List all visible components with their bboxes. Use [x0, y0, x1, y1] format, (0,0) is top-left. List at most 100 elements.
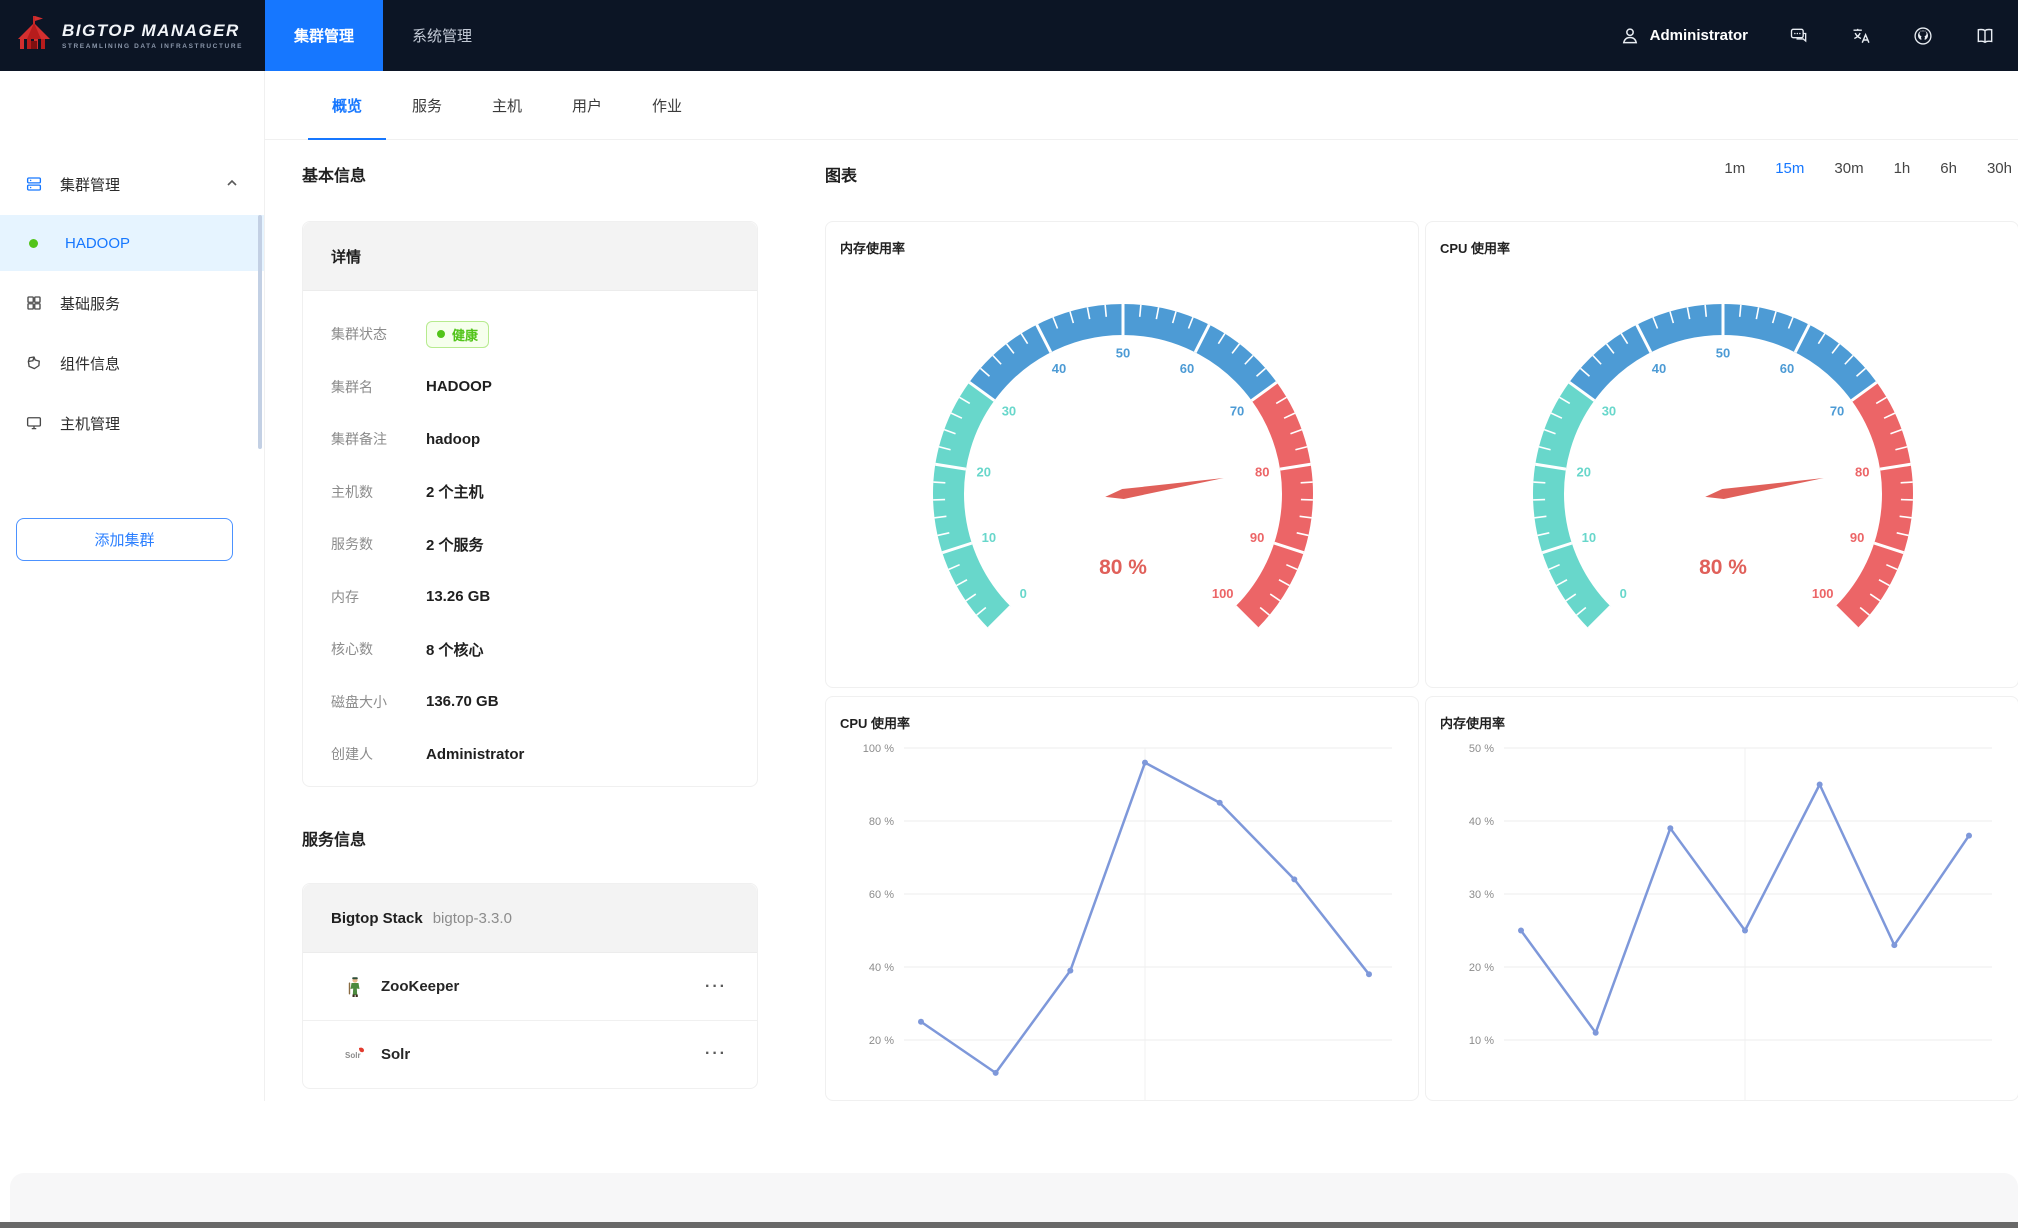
service-row-solr[interactable]: Solr Solr ··· [303, 1020, 757, 1087]
chart-title: 内存使用率 [1440, 713, 1505, 732]
charts-heading: 图表 [825, 162, 857, 186]
range-6h[interactable]: 6h [1940, 160, 1957, 177]
service-row-zookeeper[interactable]: ZooKeeper ··· [303, 953, 757, 1020]
tab-label: 作业 [652, 95, 682, 116]
svg-text:20 %: 20 % [1469, 962, 1494, 974]
tab-jobs[interactable]: 作业 [628, 71, 706, 139]
svg-text:40: 40 [1052, 361, 1066, 376]
sidebar-item-infra-services[interactable]: 基础服务 [0, 275, 264, 331]
sidebar-group-cluster-management[interactable]: 集群管理 [0, 159, 264, 209]
bigtop-logo-icon [14, 13, 54, 58]
time-range-selector: 1m 15m 30m 1h 6h 30h [1724, 160, 2012, 177]
stack-name: Bigtop Stack [331, 910, 423, 927]
appstore-grid-icon [24, 293, 44, 313]
svg-text:50 %: 50 % [1469, 743, 1494, 755]
range-30h[interactable]: 30h [1987, 160, 2012, 177]
svg-text:10: 10 [982, 530, 996, 545]
bottom-edge-bar [0, 1222, 2018, 1228]
detail-row-memory: 内存 13.26 GB [303, 571, 757, 624]
brand: BIGTOP MANAGER STREAMLINING DATA INFRAST… [0, 0, 265, 71]
tab-overview[interactable]: 概览 [308, 71, 386, 139]
detail-value: 2 个服务 [426, 534, 484, 555]
detail-row-cores: 核心数 8 个核心 [303, 623, 757, 676]
sidebar-item-hadoop-cluster[interactable]: HADOOP [0, 215, 264, 271]
svg-text:50: 50 [1716, 346, 1730, 361]
user-icon [1619, 25, 1641, 47]
zookeeper-icon [343, 975, 367, 999]
svg-text:20: 20 [977, 464, 991, 479]
cpu-usage-gauge-card: CPU 使用率 010203040506070809010080 % [1425, 221, 2018, 688]
brand-text: BIGTOP MANAGER STREAMLINING DATA INFRAST… [62, 21, 243, 50]
nav-item-label: 集群管理 [294, 25, 354, 46]
detail-label: 核心数 [331, 639, 426, 659]
sidebar-item-component-info[interactable]: 组件信息 [0, 335, 264, 391]
tab-label: 主机 [492, 95, 522, 116]
zookeeper-more-button[interactable]: ··· [705, 978, 727, 996]
sidebar-item-label: 主机管理 [60, 413, 120, 434]
svg-text:0: 0 [1020, 586, 1027, 601]
range-30m[interactable]: 30m [1834, 160, 1863, 177]
memory-usage-gauge-card: 内存使用率 010203040506070809010080 % [825, 221, 1419, 688]
component-blob-icon [24, 353, 44, 373]
sidebar-item-label: 基础服务 [60, 293, 120, 314]
detail-row-host-count: 主机数 2 个主机 [303, 466, 757, 519]
health-status-badge: 健康 [426, 321, 489, 348]
tab-label: 概览 [332, 95, 362, 116]
range-1h[interactable]: 1h [1894, 160, 1911, 177]
svg-text:60: 60 [1180, 361, 1194, 376]
tab-services[interactable]: 服务 [388, 71, 466, 139]
basic-info-heading: 基本信息 [302, 162, 366, 186]
nav-item-cluster-management[interactable]: 集群管理 [265, 0, 383, 71]
cpu-usage-line-chart: 100 %80 %60 %40 %20 % [826, 697, 1419, 1101]
tab-hosts[interactable]: 主机 [468, 71, 546, 139]
solr-more-button[interactable]: ··· [705, 1045, 727, 1063]
svg-text:10 %: 10 % [1469, 1035, 1494, 1047]
desktop-monitor-icon [24, 413, 44, 433]
top-navbar: BIGTOP MANAGER STREAMLINING DATA INFRAST… [0, 0, 2018, 71]
range-15m[interactable]: 15m [1775, 160, 1804, 177]
chart-title: 内存使用率 [840, 238, 905, 257]
chart-title: CPU 使用率 [1440, 238, 1510, 257]
svg-text:90: 90 [1850, 530, 1864, 545]
user-menu[interactable]: Administrator [1619, 25, 1748, 47]
sidebar-item-host-management[interactable]: 主机管理 [0, 395, 264, 451]
add-cluster-button[interactable]: 添加集群 [16, 518, 233, 561]
detail-row-disk-size: 磁盘大小 136.70 GB [303, 676, 757, 729]
brand-tagline: STREAMLINING DATA INFRASTRUCTURE [62, 43, 243, 50]
stack-version: bigtop-3.3.0 [433, 910, 512, 927]
svg-text:100: 100 [1212, 586, 1234, 601]
detail-label: 主机数 [331, 482, 426, 502]
service-name: Solr [381, 1046, 410, 1063]
detail-row-creator: 创建人 Administrator [303, 728, 757, 781]
tab-users[interactable]: 用户 [548, 71, 626, 139]
nav-item-system-management[interactable]: 系统管理 [383, 0, 501, 71]
detail-value: hadoop [426, 431, 480, 448]
svg-text:70: 70 [1830, 404, 1844, 419]
svg-text:80: 80 [1255, 464, 1269, 479]
detail-row-cluster-name: 集群名 HADOOP [303, 361, 757, 414]
github-icon[interactable] [1912, 25, 1934, 47]
detail-value: HADOOP [426, 378, 492, 395]
feedback-comment-icon[interactable] [1788, 25, 1810, 47]
svg-text:80 %: 80 % [1099, 556, 1147, 579]
sidebar: 集群管理 HADOOP 基础服务 [0, 71, 265, 1101]
detail-value: 2 个主机 [426, 481, 484, 502]
user-name: Administrator [1650, 27, 1748, 44]
sidebar-scrollbar[interactable] [258, 215, 262, 449]
docs-book-icon[interactable] [1974, 25, 1996, 47]
svg-text:0: 0 [1620, 586, 1627, 601]
svg-text:Solr: Solr [345, 1051, 361, 1060]
chart-title: CPU 使用率 [840, 713, 910, 732]
brand-title: BIGTOP MANAGER [62, 21, 243, 41]
nav-item-label: 系统管理 [412, 25, 472, 46]
svg-text:20: 20 [1577, 464, 1591, 479]
range-1m[interactable]: 1m [1724, 160, 1745, 177]
svg-text:10: 10 [1582, 530, 1596, 545]
svg-text:30: 30 [1002, 404, 1016, 419]
svg-text:20 %: 20 % [869, 1035, 894, 1047]
language-translate-icon[interactable] [1850, 25, 1872, 47]
svg-text:80 %: 80 % [869, 816, 894, 828]
cluster-tabbar: 概览 服务 主机 用户 作业 [265, 71, 2018, 140]
cluster-servers-icon [24, 174, 44, 194]
detail-label: 磁盘大小 [331, 692, 426, 712]
